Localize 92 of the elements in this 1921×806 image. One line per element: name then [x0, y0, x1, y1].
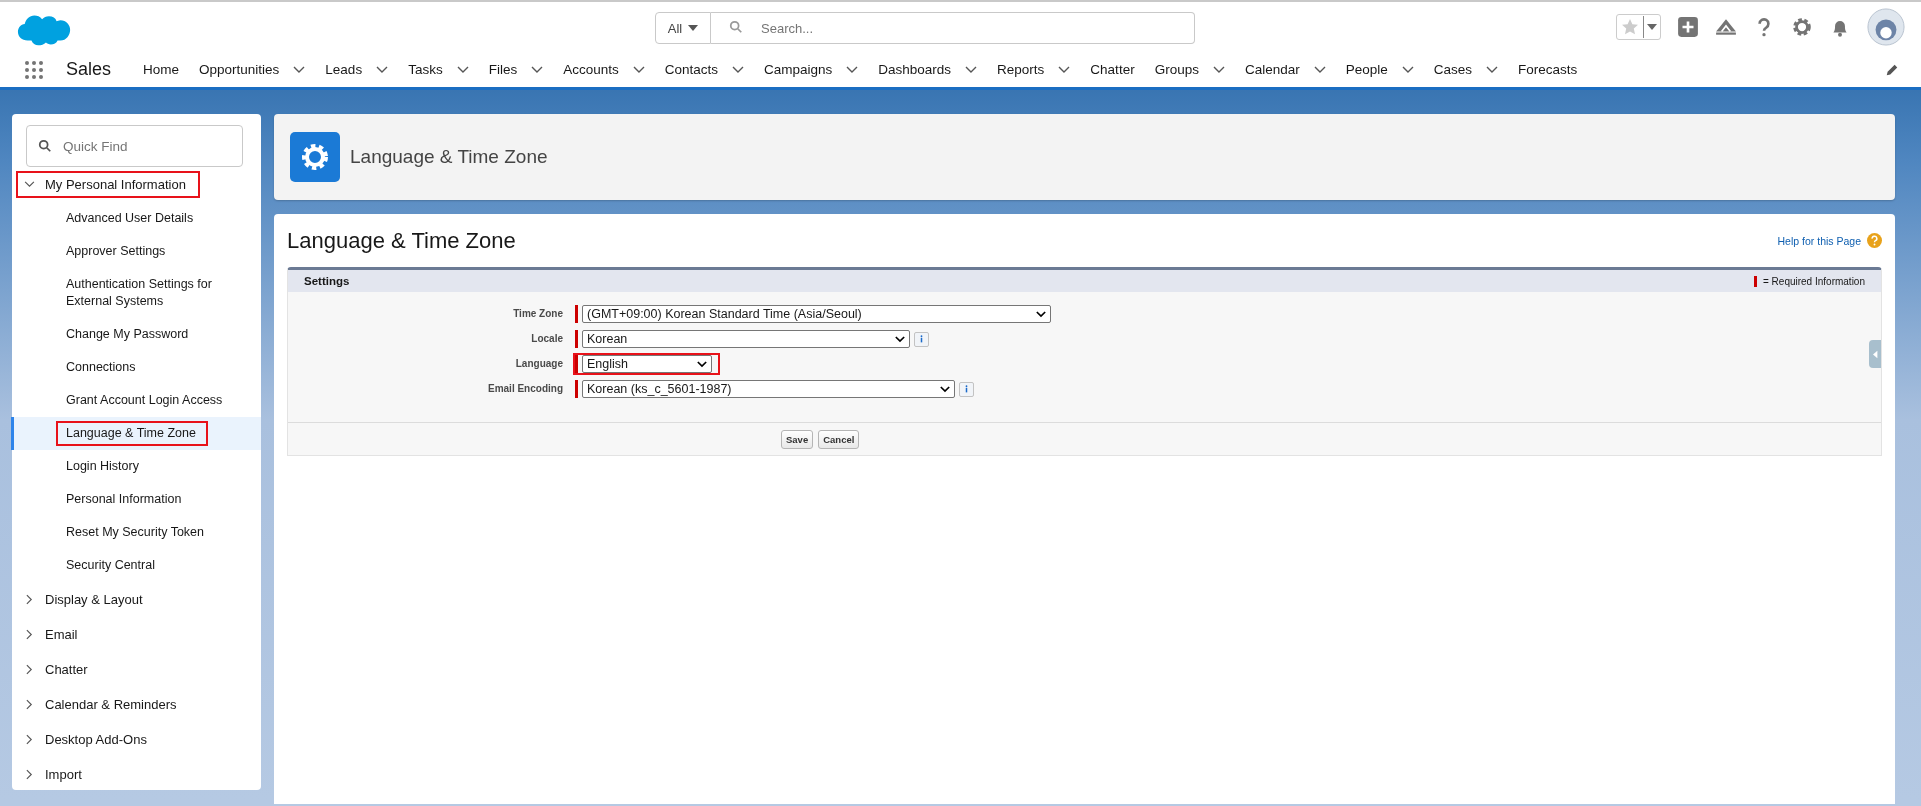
tree-item[interactable]: Approver Settings — [11, 235, 261, 268]
chevron-down-icon[interactable] — [1058, 65, 1071, 74]
tree-section[interactable]: Calendar & Reminders — [16, 691, 191, 718]
nav-tab[interactable]: Reports — [997, 62, 1045, 77]
tree-item[interactable]: Reset My Security Token — [11, 516, 261, 549]
tree-section[interactable]: Chatter — [16, 656, 102, 683]
chevron-icon — [26, 769, 33, 780]
select-dropdown[interactable]: Korean — [582, 330, 910, 348]
nav-tab[interactable]: Calendar — [1244, 62, 1300, 77]
tree-item[interactable]: Grant Account Login Access — [11, 384, 261, 417]
required-marker — [1754, 275, 1757, 287]
chevron-down-icon[interactable] — [1212, 65, 1225, 74]
tree-section[interactable]: Email — [16, 621, 92, 648]
info-icon[interactable] — [914, 331, 929, 347]
chevron-down-icon[interactable] — [732, 65, 744, 74]
chevron-down-icon[interactable] — [376, 65, 389, 74]
tree-section[interactable]: Desktop Add-Ons — [16, 726, 161, 753]
select-dropdown[interactable]: English — [582, 355, 712, 373]
chevron-down-icon[interactable] — [1401, 65, 1414, 74]
page-header-title: Language & Time Zone — [350, 146, 548, 168]
required-legend: = Required Information — [1763, 275, 1865, 287]
nav-tab[interactable]: Cases — [1433, 62, 1473, 77]
chevron-down-icon — [940, 385, 950, 393]
nav-tab[interactable]: Tasks — [408, 62, 443, 77]
nav-tab[interactable]: Opportunities — [199, 62, 280, 77]
field-label: Language — [514, 357, 564, 369]
pencil-icon[interactable] — [1885, 62, 1899, 77]
field-label: Email Encoding — [487, 382, 564, 394]
select-dropdown[interactable]: (GMT+09:00) Korean Standard Time (Asia/Seoul) — [582, 305, 1051, 323]
chevron-down-icon[interactable] — [846, 65, 859, 74]
nav-tab[interactable]: Forecasts — [1518, 62, 1578, 77]
tree-item[interactable]: Change My Password — [11, 318, 261, 351]
chevron-down-icon[interactable] — [293, 65, 306, 74]
chevron-icon — [26, 699, 33, 710]
tree-section[interactable]: My Personal Information — [16, 171, 200, 198]
tree-item[interactable]: Security Central — [11, 549, 261, 582]
tree-item[interactable]: Connections — [11, 351, 261, 384]
chevron-icon — [26, 664, 33, 675]
caret-down-icon — [688, 25, 699, 31]
section-title: Settings — [304, 275, 350, 287]
tree-item[interactable]: Language & Time Zone — [11, 417, 261, 450]
info-icon[interactable] — [959, 381, 974, 397]
form-button[interactable]: Cancel — [818, 429, 860, 449]
nav-tab[interactable]: People — [1345, 62, 1388, 77]
plus-icon[interactable] — [1677, 16, 1699, 38]
nav-tab[interactable]: Home — [143, 62, 180, 77]
nav-tab[interactable]: Contacts — [664, 62, 718, 77]
chevron-down-icon[interactable] — [965, 65, 978, 74]
settings-icon[interactable] — [1791, 16, 1813, 38]
gear-icon — [290, 132, 340, 182]
tree-section[interactable]: Display & Layout — [16, 586, 157, 613]
nav-tab[interactable]: Campaigns — [764, 62, 833, 77]
search-scope-dropdown[interactable]: All — [655, 12, 711, 44]
avatar-icon[interactable] — [1867, 8, 1905, 46]
tree-item[interactable]: Authentication Settings for External Systems — [11, 268, 261, 318]
nav-tab[interactable]: Accounts — [563, 62, 619, 77]
chevron-down-icon — [895, 335, 905, 343]
nav-tab[interactable]: Chatter — [1090, 62, 1135, 77]
chevron-down-icon[interactable] — [531, 65, 544, 74]
app-launcher-icon[interactable] — [24, 59, 44, 80]
chevron-icon — [26, 734, 33, 745]
nav-tab[interactable]: Dashboards — [878, 62, 952, 77]
tree-section[interactable]: Import — [16, 761, 96, 788]
caret-down-icon — [1647, 24, 1657, 30]
tree-item[interactable]: Login History — [11, 450, 261, 483]
quick-find-field[interactable]: Quick Find — [26, 125, 243, 167]
chevron-down-icon[interactable] — [632, 65, 645, 74]
favorites-button[interactable] — [1616, 14, 1661, 40]
app-name: Sales — [66, 59, 112, 80]
page-title: Language & Time Zone — [287, 227, 516, 254]
tree-item[interactable]: Advanced User Details — [11, 202, 261, 235]
select-dropdown[interactable]: Korean (ks_c_5601-1987) — [582, 380, 955, 398]
chevron-down-icon[interactable] — [456, 65, 469, 74]
help-link[interactable]: Help for this Page — [1777, 234, 1861, 247]
collapse-handle[interactable] — [1869, 340, 1881, 368]
search-field[interactable]: Search... — [711, 12, 1195, 44]
form-button[interactable]: Save — [781, 429, 814, 449]
chevron-icon — [24, 181, 35, 188]
chevron-down-icon — [1036, 310, 1046, 318]
search-icon — [729, 20, 743, 34]
nav-tab[interactable]: Files — [488, 62, 518, 77]
chevron-down-icon[interactable] — [1313, 65, 1326, 74]
chevron-down-icon[interactable] — [1486, 65, 1499, 74]
nav-tab[interactable]: Groups — [1154, 62, 1199, 77]
chevron-icon — [26, 594, 33, 605]
search-icon — [38, 139, 52, 153]
chevron-down-icon — [697, 360, 707, 368]
nav-tab[interactable]: Leads — [325, 62, 363, 77]
tree-item[interactable]: Personal Information — [11, 483, 261, 516]
field-label: Time Zone — [512, 307, 564, 319]
field-label: Locale — [530, 332, 564, 344]
chevron-icon — [26, 629, 33, 640]
